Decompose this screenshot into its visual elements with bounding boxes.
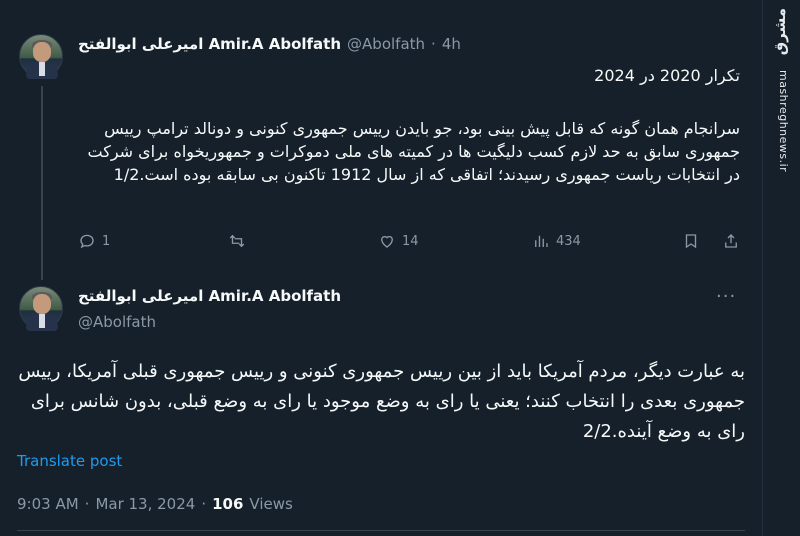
watermark-url: mashreghnews.ir	[777, 70, 790, 173]
reply-count: 1	[102, 233, 111, 249]
post-header: امیرعلی ابوالفتح Amir.A Abolfath	[78, 287, 341, 305]
views-label: Views	[249, 495, 293, 513]
post-header: امیرعلی ابوالفتح Amir.A Abolfath @Abolfa…	[78, 35, 461, 53]
post-actions: 1 14 434	[78, 232, 740, 254]
post-time[interactable]: 9:03 AM	[17, 495, 79, 513]
views-button[interactable]: 434	[532, 232, 581, 250]
divider	[17, 530, 745, 531]
post-body: سرانجام همان گونه که قابل پیش بینی بود، …	[87, 119, 740, 184]
bar-chart-icon	[535, 235, 548, 247]
like-count: 14	[402, 233, 419, 249]
more-options-icon[interactable]: ···	[716, 286, 736, 307]
post-thread: امیرعلی ابوالفتح Amir.A Abolfath @Abolfa…	[0, 0, 762, 536]
watermark-logo: مشرق	[771, 8, 789, 56]
handle-row: @Abolfath	[78, 313, 156, 331]
share-icon	[725, 234, 737, 248]
view-count: 106	[212, 495, 244, 513]
bookmark-button[interactable]	[682, 232, 700, 250]
bookmark-icon	[685, 234, 697, 249]
post-date[interactable]: Mar 13, 2024	[95, 495, 195, 513]
share-button[interactable]	[722, 232, 740, 250]
avatar[interactable]	[19, 34, 63, 79]
post-body: به عبارت دیگر، مردم آمریکا باید از بین ر…	[18, 361, 745, 442]
thread-connector	[41, 86, 43, 280]
post-time[interactable]: 4h	[442, 35, 461, 53]
translate-post-link[interactable]: Translate post	[17, 452, 122, 470]
reply-icon	[80, 234, 94, 249]
separator: ·	[431, 35, 436, 53]
display-name[interactable]: امیرعلی ابوالفتح Amir.A Abolfath	[78, 35, 341, 53]
like-button[interactable]: 14	[378, 232, 419, 250]
watermark-strip: مشرق mashreghnews.ir	[762, 0, 800, 536]
handle[interactable]: @Abolfath	[347, 35, 425, 53]
repost-icon	[229, 234, 245, 248]
repost-button[interactable]	[228, 232, 246, 250]
post-metadata: 9:03 AM · Mar 13, 2024 · 106 Views	[17, 495, 293, 513]
view-count: 434	[556, 233, 581, 249]
reply-button[interactable]: 1	[78, 232, 110, 250]
handle[interactable]: @Abolfath	[78, 313, 156, 331]
post-title-line: تکرار 2020 در 2024	[594, 66, 740, 85]
avatar[interactable]	[19, 286, 63, 331]
heart-icon	[381, 235, 393, 248]
display-name[interactable]: امیرعلی ابوالفتح Amir.A Abolfath	[78, 287, 341, 305]
